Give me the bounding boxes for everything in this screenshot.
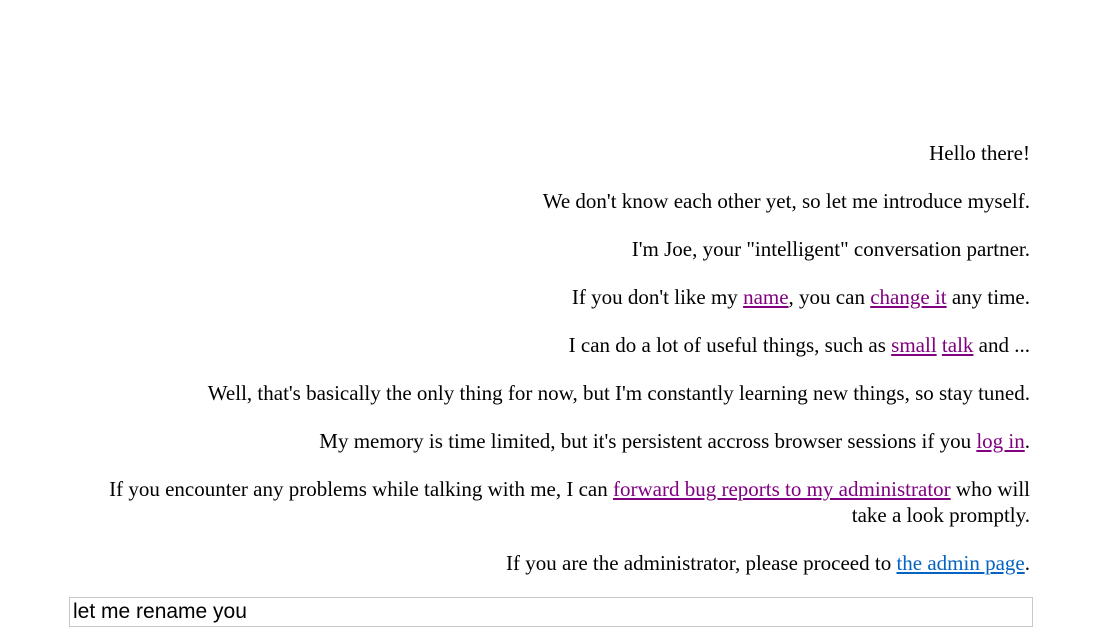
bug-report-link[interactable]: forward bug reports to my administrator bbox=[613, 477, 951, 501]
message-greeting: Hello there! bbox=[90, 140, 1030, 166]
log-in-link[interactable]: log in bbox=[976, 429, 1024, 453]
message-text: If you are the administrator, please pro… bbox=[506, 551, 897, 575]
chat-transcript: Hello there! We don't know each other ye… bbox=[90, 140, 1030, 598]
message-text: If you encounter any problems while talk… bbox=[109, 477, 613, 501]
small-link[interactable]: small bbox=[891, 333, 937, 357]
message-text: Hello there! bbox=[929, 141, 1030, 165]
message-joe: I'm Joe, your "intelligent" conversation… bbox=[90, 236, 1030, 262]
message-memory: My memory is time limited, but it's pers… bbox=[90, 428, 1030, 454]
admin-page-link[interactable]: the admin page bbox=[896, 551, 1024, 575]
message-intro: We don't know each other yet, so let me … bbox=[90, 188, 1030, 214]
message-text: If you don't like my bbox=[571, 285, 744, 309]
talk-link[interactable]: talk bbox=[942, 333, 974, 357]
message-text: We don't know each other yet, so let me … bbox=[542, 189, 1030, 213]
message-name: If you don't like my name, you can chang… bbox=[90, 284, 1030, 310]
message-admin: If you are the administrator, please pro… bbox=[90, 550, 1030, 576]
message-text: . bbox=[1024, 429, 1030, 453]
message-abilities: I can do a lot of useful things, such as… bbox=[90, 332, 1030, 358]
message-text: , you can bbox=[788, 285, 871, 309]
name-link[interactable]: name bbox=[743, 285, 788, 309]
change-it-link[interactable]: change it bbox=[870, 285, 946, 309]
message-text: . bbox=[1024, 551, 1030, 575]
message-text: I can do a lot of useful things, such as bbox=[568, 333, 892, 357]
message-text: any time. bbox=[946, 285, 1030, 309]
message-text: I'm Joe, your "intelligent" conversation… bbox=[631, 237, 1030, 261]
message-bugs: If you encounter any problems while talk… bbox=[90, 476, 1030, 528]
message-text: and ... bbox=[973, 333, 1030, 357]
message-learning: Well, that's basically the only thing fo… bbox=[90, 380, 1030, 406]
message-text: My memory is time limited, but it's pers… bbox=[319, 429, 977, 453]
message-text: Well, that's basically the only thing fo… bbox=[207, 381, 1030, 405]
chat-input[interactable] bbox=[69, 597, 1033, 627]
